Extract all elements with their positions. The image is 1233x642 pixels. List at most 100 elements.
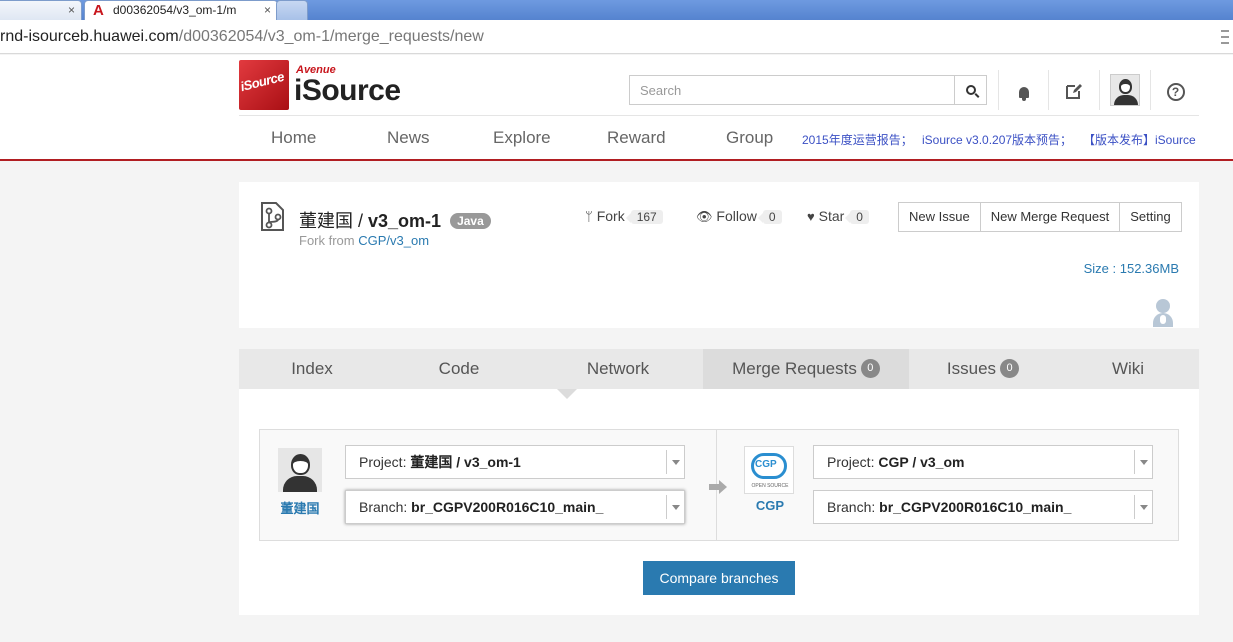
- star-label: Star: [818, 208, 845, 224]
- project-actions: New Issue New Merge Request Setting: [898, 202, 1182, 232]
- edit-icon: [1065, 84, 1082, 100]
- nav-explore[interactable]: Explore: [493, 128, 551, 148]
- follow-count: 0: [757, 210, 782, 224]
- bell-icon: [1018, 87, 1029, 101]
- fork-from-link[interactable]: CGP/v3_om: [358, 233, 429, 248]
- tab-wiki-label: Wiki: [1111, 359, 1145, 378]
- chevron-down-icon: [1134, 450, 1152, 474]
- tab-merge-requests[interactable]: Merge Requests 0: [703, 349, 909, 389]
- fork-icon: ᛘ: [585, 209, 593, 224]
- nav-news[interactable]: News: [387, 128, 430, 148]
- search-button[interactable]: [954, 76, 986, 104]
- browser-menu-icon[interactable]: [1221, 30, 1229, 44]
- url-text[interactable]: rnd-isourceb.huawei.com/d00362054/v3_om-…: [0, 28, 484, 46]
- close-tab-icon[interactable]: ×: [264, 1, 271, 19]
- new-post-button[interactable]: [1048, 70, 1098, 110]
- tab-issues[interactable]: Issues 0: [909, 349, 1057, 389]
- notifications-button[interactable]: [998, 70, 1048, 110]
- source-branch-select[interactable]: Branch: br_CGPV200R016C10_main_: [345, 490, 685, 524]
- announcement-link[interactable]: iSource v3.0.207版本预告；: [922, 131, 1072, 148]
- fork-from-label: Fork from: [299, 233, 355, 248]
- help-button[interactable]: ?: [1150, 70, 1200, 110]
- tab-network-label: Network: [586, 359, 650, 378]
- isource-logo-icon[interactable]: iSource: [239, 60, 289, 110]
- project-title-separator: /: [353, 211, 369, 231]
- nav-group[interactable]: Group: [726, 128, 773, 148]
- follow-label: Follow: [716, 208, 757, 224]
- new-issue-button[interactable]: New Issue: [899, 203, 981, 231]
- active-tab-pointer: [557, 389, 577, 399]
- star-count: 0: [845, 210, 869, 224]
- star-stat[interactable]: ♥ Star 0: [807, 208, 869, 224]
- project-owner-link[interactable]: 董建国: [299, 211, 353, 231]
- tab-network[interactable]: Network: [533, 349, 703, 389]
- browser-tab-title: d00362054/v3_om-1/m: [113, 3, 237, 17]
- fork-repo-icon: [261, 202, 284, 231]
- source-branch-label: Branch:: [359, 499, 408, 515]
- target-branch-label: Branch:: [827, 499, 876, 515]
- repo-size: Size : 152.36MB: [1083, 261, 1179, 276]
- nav-reward[interactable]: Reward: [607, 128, 666, 148]
- logo-name[interactable]: iSource: [294, 74, 401, 108]
- chevron-down-icon: [666, 450, 684, 474]
- fork-label: Fork: [596, 208, 625, 224]
- help-icon: ?: [1166, 83, 1185, 101]
- project-card: 董建国 / v3_om-1 Java Fork from CGP/v3_om ᛘ…: [239, 182, 1199, 328]
- url-host: rnd-isourceb.huawei.com: [0, 28, 179, 45]
- cgp-logo-text: CGP: [755, 459, 777, 470]
- announcement-link[interactable]: 【版本发布】iSource: [1083, 131, 1196, 148]
- close-tab-icon[interactable]: ×: [68, 1, 75, 19]
- arrow-right-icon: [709, 480, 727, 494]
- target-project-select[interactable]: Project: CGP / v3_om: [813, 445, 1153, 479]
- new-merge-request-button[interactable]: New Merge Request: [980, 203, 1121, 231]
- source-project-label: Project:: [359, 454, 407, 470]
- search-box: [629, 75, 987, 105]
- voice-assistant-icon[interactable]: [1153, 299, 1173, 327]
- tab-wiki[interactable]: Wiki: [1057, 349, 1199, 389]
- tab-merge-requests-label: Merge Requests: [732, 359, 857, 378]
- nav-home[interactable]: Home: [271, 128, 316, 148]
- merge-requests-count: 0: [860, 359, 880, 379]
- project-title: 董建国 / v3_om-1 Java: [299, 207, 491, 233]
- isource-favicon-icon: A: [93, 2, 104, 19]
- tab-index-label: Index: [291, 359, 333, 378]
- source-branch-value: br_CGPV200R016C10_main_: [411, 499, 604, 515]
- target-branch-select[interactable]: Branch: br_CGPV200R016C10_main_: [813, 490, 1153, 524]
- site-header: iSource Avenue iSource ? Home News Explo…: [0, 55, 1233, 161]
- user-avatar-button[interactable]: [1099, 70, 1149, 110]
- merge-request-content: 董建国 Project: 董建国 / v3_om-1 Branch: br_CG…: [239, 389, 1199, 615]
- main-nav: Home News Explore Reward Group 2015年度运营报…: [239, 115, 1199, 159]
- tab-code[interactable]: Code: [385, 349, 533, 389]
- compare-branches-button[interactable]: Compare branches: [643, 561, 795, 595]
- tab-issues-label: Issues: [946, 359, 997, 378]
- fork-stat[interactable]: ᛘ Fork 167: [585, 208, 663, 224]
- follow-stat[interactable]: 👁 Follow 0: [696, 208, 782, 225]
- source-owner-avatar[interactable]: [278, 448, 322, 492]
- project-name-link[interactable]: v3_om-1: [368, 211, 441, 231]
- target-branch-value: br_CGPV200R016C10_main_: [879, 499, 1072, 515]
- new-tab-button[interactable]: [276, 0, 308, 20]
- source-project-select[interactable]: Project: 董建国 / v3_om-1: [345, 445, 685, 479]
- fork-count: 167: [625, 210, 663, 224]
- avatar: [1109, 74, 1140, 106]
- cgp-logo-subtext: OPEN SOURCE: [751, 483, 789, 489]
- target-owner-name[interactable]: CGP: [730, 498, 810, 513]
- announcement-link[interactable]: 2015年度运营报告；: [802, 131, 913, 148]
- address-bar[interactable]: rnd-isourceb.huawei.com/d00362054/v3_om-…: [0, 20, 1233, 54]
- target-project-logo[interactable]: CGP OPEN SOURCE: [744, 446, 794, 494]
- browser-tabstrip: × A d00362054/v3_om-1/m ×: [0, 0, 1233, 20]
- heart-icon: ♥: [807, 209, 815, 224]
- language-badge: Java: [450, 213, 491, 229]
- setting-button[interactable]: Setting: [1120, 203, 1181, 231]
- chevron-down-icon: [1134, 495, 1152, 519]
- browser-tab-previous[interactable]: ×: [0, 0, 82, 20]
- tab-index[interactable]: Index: [239, 349, 385, 389]
- search-icon: [965, 85, 976, 95]
- browser-tab-active[interactable]: A d00362054/v3_om-1/m ×: [84, 0, 278, 20]
- source-owner-name[interactable]: 董建国: [260, 498, 340, 517]
- source-project-value: 董建国 / v3_om-1: [410, 454, 521, 470]
- project-tabs: Index Code Network Merge Requests 0 Issue…: [239, 349, 1199, 389]
- logo-box-text: iSource: [239, 68, 286, 95]
- issues-count: 0: [1000, 359, 1020, 379]
- search-input[interactable]: [630, 76, 950, 104]
